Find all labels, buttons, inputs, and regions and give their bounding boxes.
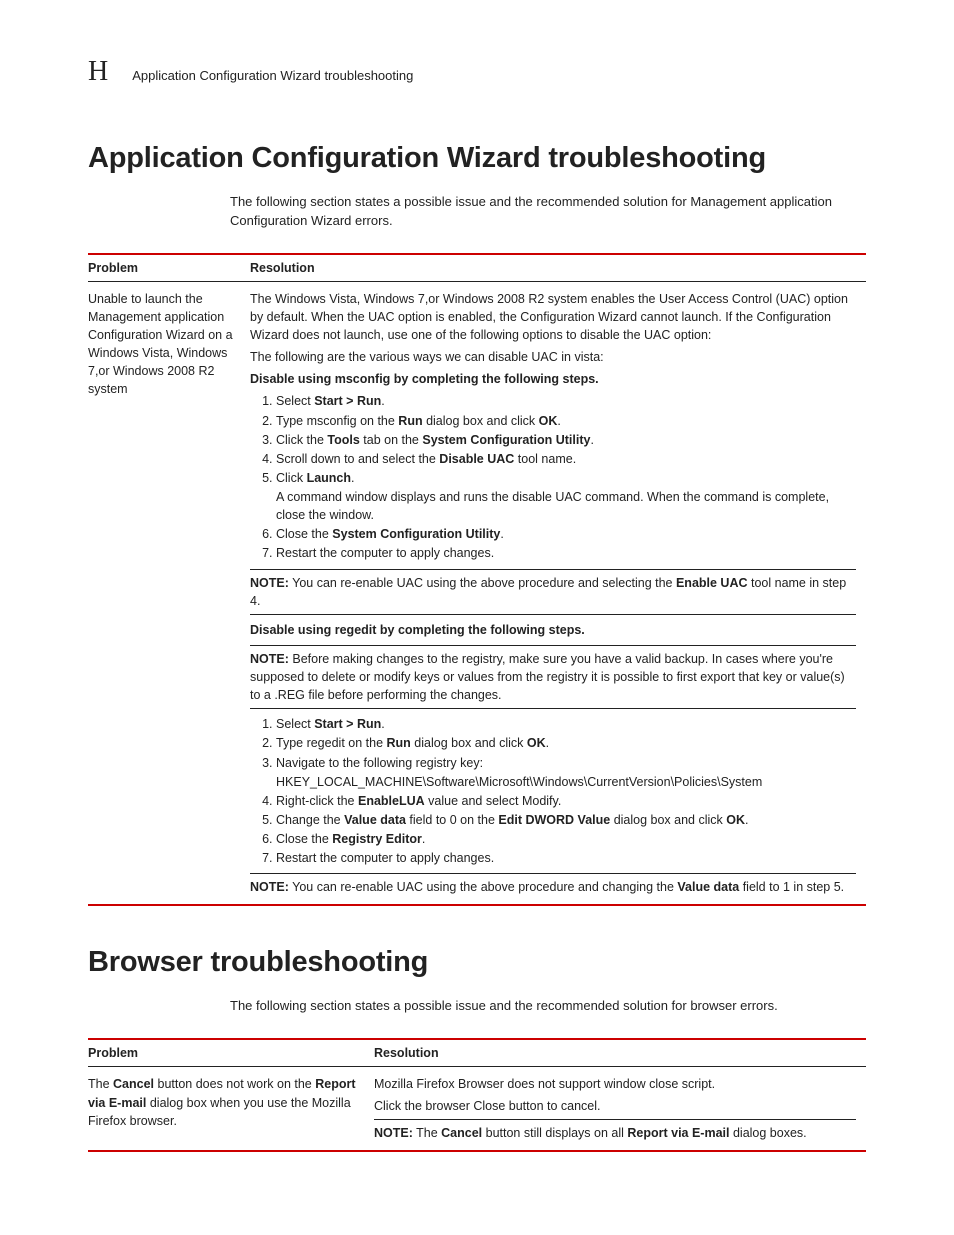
note-2: NOTE: Before making changes to the regis… [250, 645, 856, 709]
th-problem: Problem [88, 1039, 374, 1067]
section-letter: H [88, 58, 108, 86]
steps-list-1: Select Start > Run. Type msconfig on the… [250, 392, 856, 562]
res-para: Click the browser Close button to cancel… [374, 1097, 856, 1115]
res-para: The Windows Vista, Windows 7,or Windows … [250, 290, 856, 344]
res-para: The following are the various ways we ca… [250, 348, 856, 366]
running-header: H Application Configuration Wizard troub… [88, 58, 866, 86]
section1-table: Problem Resolution Unable to launch the … [88, 253, 866, 907]
list-item: Close the System Configuration Utility. [276, 525, 856, 543]
res-para: Mozilla Firefox Browser does not support… [374, 1075, 856, 1093]
resolution-cell: Mozilla Firefox Browser does not support… [374, 1067, 866, 1151]
list-item: Restart the computer to apply changes. [276, 544, 856, 562]
steps-list-2: Select Start > Run. Type regedit on the … [250, 715, 856, 867]
resolution-cell: The Windows Vista, Windows 7,or Windows … [250, 281, 866, 905]
list-item: Scroll down to and select the Disable UA… [276, 450, 856, 468]
list-item: Click Launch.A command window displays a… [276, 469, 856, 524]
res-subhead-1: Disable using msconfig by completing the… [250, 370, 856, 388]
th-problem: Problem [88, 254, 250, 282]
list-item: Type msconfig on the Run dialog box and … [276, 412, 856, 430]
res-subhead-2: Disable using regedit by completing the … [250, 621, 856, 639]
list-item: Close the Registry Editor. [276, 830, 856, 848]
list-item: Right-click the EnableLUA value and sele… [276, 792, 856, 810]
note-1: NOTE: You can re-enable UAC using the ab… [250, 569, 856, 615]
note-3: NOTE: You can re-enable UAC using the ab… [250, 873, 856, 896]
list-item: Click the Tools tab on the System Config… [276, 431, 856, 449]
note-browser: NOTE: The Cancel button still displays o… [374, 1119, 856, 1142]
document-page: H Application Configuration Wizard troub… [0, 0, 954, 1212]
list-item: Restart the computer to apply changes. [276, 849, 856, 867]
running-title: Application Configuration Wizard trouble… [132, 68, 413, 83]
list-item: Type regedit on the Run dialog box and c… [276, 734, 856, 752]
list-item: Change the Value data field to 0 on the … [276, 811, 856, 829]
section2-table: Problem Resolution The Cancel button doe… [88, 1038, 866, 1152]
problem-cell: The Cancel button does not work on the R… [88, 1067, 374, 1151]
section2-title: Browser troubleshooting [88, 946, 866, 979]
list-item: Select Start > Run. [276, 392, 856, 410]
th-resolution: Resolution [250, 254, 866, 282]
problem-cell: Unable to launch the Management applicat… [88, 281, 250, 905]
list-item: Navigate to the following registry key:H… [276, 754, 856, 791]
table-row: Unable to launch the Management applicat… [88, 281, 866, 905]
section2-intro: The following section states a possible … [230, 997, 866, 1016]
th-resolution: Resolution [374, 1039, 866, 1067]
section1-intro: The following section states a possible … [230, 193, 866, 231]
table-row: The Cancel button does not work on the R… [88, 1067, 866, 1151]
list-item: Select Start > Run. [276, 715, 856, 733]
section1-title: Application Configuration Wizard trouble… [88, 142, 866, 175]
